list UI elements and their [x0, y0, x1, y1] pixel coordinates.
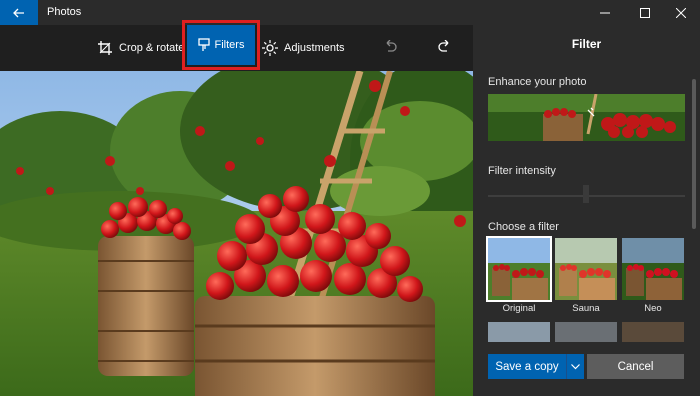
crop-rotate-label: Crop & rotate — [119, 42, 185, 54]
filter-tile-sauna[interactable] — [555, 238, 617, 300]
save-copy-button[interactable]: Save a copy — [488, 354, 566, 379]
crop-rotate-button[interactable]: Crop & rotate — [97, 25, 184, 71]
filter-label-sauna: Sauna — [572, 303, 600, 314]
panel-title: Filter — [571, 37, 602, 51]
photo-canvas[interactable] — [0, 71, 473, 396]
filters-button[interactable]: Filters — [187, 25, 255, 65]
close-icon — [676, 7, 686, 18]
filter-thumb-sauna — [555, 238, 617, 300]
adjustments-label: Adjustments — [284, 42, 345, 54]
filter-thumb-original — [488, 238, 550, 300]
filter-tile-row2-3[interactable] — [622, 322, 684, 342]
intensity-label: Filter intensity — [488, 165, 556, 177]
adjustments-button[interactable]: Adjustments — [262, 25, 345, 71]
save-options-dropdown[interactable] — [566, 354, 584, 379]
filter-tile-row2-1[interactable] — [488, 322, 550, 342]
save-copy-label: Save a copy — [495, 360, 559, 373]
chevron-down-icon — [571, 363, 580, 369]
arrow-left-icon — [13, 8, 24, 17]
cancel-button[interactable]: Cancel — [587, 354, 684, 379]
maximize-button[interactable] — [626, 0, 664, 25]
filter-tile-original[interactable] — [486, 236, 552, 302]
undo-icon — [386, 40, 397, 52]
undo-button[interactable] — [382, 25, 398, 71]
minimize-button[interactable] — [586, 0, 624, 25]
enhance-photo-button[interactable] — [488, 94, 685, 141]
title-bar: Photos — [0, 0, 700, 25]
choose-filter-label: Choose a filter — [488, 221, 559, 233]
filter-panel: Filter Enhance your photo Filter intensi… — [473, 25, 700, 396]
redo-button[interactable] — [437, 25, 453, 71]
app-title: Photos — [47, 6, 82, 18]
minimize-icon — [600, 12, 610, 13]
close-button[interactable] — [662, 0, 700, 25]
enhance-thumbnail — [488, 94, 685, 141]
filter-label-original: Original — [502, 303, 536, 314]
crop-icon — [98, 41, 112, 55]
panel-scrollbar[interactable] — [692, 79, 696, 229]
intensity-slider-thumb[interactable] — [583, 185, 589, 203]
filter-tile-row2-2[interactable] — [555, 322, 617, 342]
back-button[interactable] — [0, 0, 38, 25]
filter-label-neo: Neo — [644, 303, 662, 314]
enhance-label: Enhance your photo — [488, 76, 587, 88]
redo-icon — [438, 40, 449, 52]
filter-thumb-neo — [622, 238, 684, 300]
cancel-label: Cancel — [617, 360, 654, 373]
apple-photo — [0, 71, 473, 396]
brush-icon — [197, 38, 210, 51]
filter-tile-neo[interactable] — [622, 238, 684, 300]
sun-icon — [262, 40, 278, 56]
filters-label: Filters — [214, 39, 245, 51]
maximize-icon — [640, 7, 650, 18]
filters-button-highlight: Filters — [182, 20, 260, 70]
